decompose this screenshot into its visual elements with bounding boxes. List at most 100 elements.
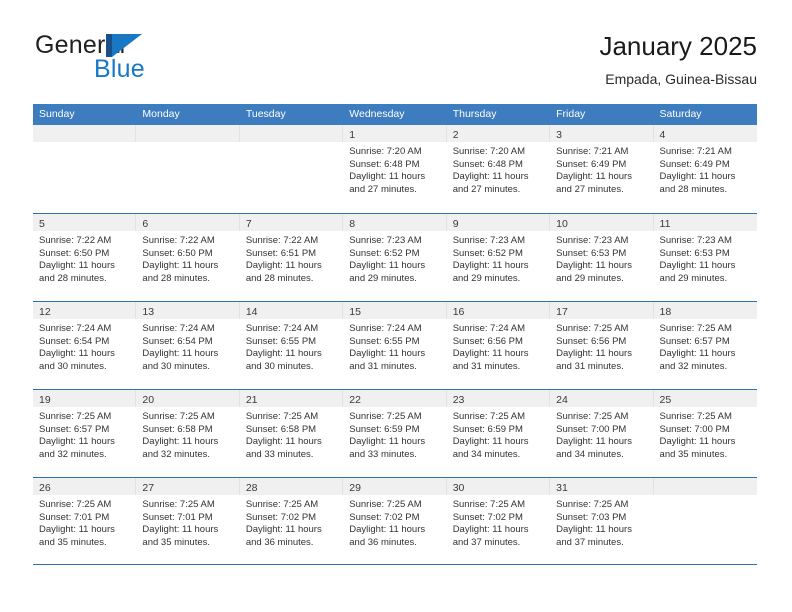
calendar-cell-day-25[interactable]: 25 Sunrise: 7:25 AM Sunset: 7:00 PM Dayligh… (653, 390, 757, 477)
day-number: 17 (556, 306, 568, 318)
calendar-cell-day-21[interactable]: 21 Sunrise: 7:25 AM Sunset: 6:58 PM Dayligh… (239, 390, 344, 477)
day-number-band: 10 (550, 214, 654, 231)
calendar-cell-day-18[interactable]: 18 Sunrise: 7:25 AM Sunset: 6:57 PM Dayligh… (653, 302, 757, 389)
weekday-header-thursday: Thursday (452, 108, 497, 120)
calendar-cell-day-20[interactable]: 20 Sunrise: 7:25 AM Sunset: 6:58 PM Dayligh… (136, 390, 240, 477)
calendar-cell-day-23[interactable]: 23 Sunrise: 7:25 AM Sunset: 6:59 PM Dayligh… (446, 390, 551, 477)
day-detail-line: and 35 minutes. (142, 536, 211, 548)
calendar-cell-day-30[interactable]: 30 Sunrise: 7:25 AM Sunset: 7:02 PM Dayligh… (446, 478, 551, 564)
calendar-cell-day-17[interactable]: 17 Sunrise: 7:25 AM Sunset: 6:56 PM Dayligh… (550, 302, 654, 389)
day-details: Sunrise: 7:24 AM Sunset: 6:54 PM Daylight:… (33, 319, 136, 373)
day-number: 13 (142, 306, 155, 318)
day-number: 10 (556, 218, 568, 230)
day-number: 1 (349, 129, 356, 141)
day-details: Sunrise: 7:25 AM Sunset: 7:01 PM Daylight:… (136, 495, 239, 549)
day-details: Sunrise: 7:20 AM Sunset: 6:48 PM Daylight:… (343, 142, 446, 196)
day-detail-line: Sunrise: 7:24 AM (245, 323, 319, 334)
day-details: Sunrise: 7:25 AM Sunset: 7:00 PM Daylight:… (550, 407, 653, 461)
calendar-cell-day-13[interactable]: 13 Sunrise: 7:24 AM Sunset: 6:54 PM Dayligh… (136, 302, 240, 389)
day-detail-line: Daylight: 11 hours (452, 171, 529, 183)
day-number: 19 (39, 394, 51, 406)
day-detail-line: Daylight: 11 hours (659, 171, 736, 183)
day-detail-line: Daylight: 11 hours (245, 260, 322, 272)
day-number-band: 22 (343, 390, 447, 407)
brand-name-blue: Blue (94, 55, 145, 83)
day-detail-line: Daylight: 11 hours (659, 260, 736, 272)
calendar-cell-day-15[interactable]: 15 Sunrise: 7:24 AM Sunset: 6:55 PM Dayligh… (343, 302, 447, 389)
calendar-cell-day-6[interactable]: 6 Sunrise: 7:22 AM Sunset: 6:50 PM Daylight… (136, 214, 240, 301)
day-number-band (136, 125, 240, 142)
day-details: Sunrise: 7:24 AM Sunset: 6:56 PM Daylight:… (447, 319, 550, 373)
calendar-cell-day-14[interactable]: 14 Sunrise: 7:24 AM Sunset: 6:55 PM Dayligh… (239, 302, 344, 389)
calendar-cell-day-28[interactable]: 28 Sunrise: 7:25 AM Sunset: 7:02 PM Dayligh… (239, 478, 344, 564)
day-details: Sunrise: 7:22 AM Sunset: 6:50 PM Daylight:… (136, 231, 239, 285)
day-number-band: 17 (550, 302, 654, 319)
day-number-band: 3 (550, 125, 654, 142)
day-number-band: 30 (446, 478, 551, 495)
calendar-cell-day-2[interactable]: 2 Sunrise: 7:20 AM Sunset: 6:48 PM Daylight… (446, 125, 551, 213)
day-details: Sunrise: 7:20 AM Sunset: 6:48 PM Daylight:… (447, 142, 550, 196)
day-detail-line: Daylight: 11 hours (349, 171, 426, 183)
calendar-cell-day-19[interactable]: 19 Sunrise: 7:25 AM Sunset: 6:57 PM Dayligh… (33, 390, 137, 477)
day-number-band: 15 (343, 302, 447, 319)
day-number: 18 (659, 306, 672, 318)
calendar-cell-day-24[interactable]: 24 Sunrise: 7:25 AM Sunset: 7:00 PM Dayligh… (550, 390, 654, 477)
day-detail-line: and 36 minutes. (245, 536, 314, 548)
triangle-logo-icon (106, 34, 142, 57)
calendar-cell-day-12[interactable]: 12 Sunrise: 7:24 AM Sunset: 6:54 PM Dayligh… (33, 302, 137, 389)
calendar-cell-day-10[interactable]: 10 Sunrise: 7:23 AM Sunset: 6:53 PM Dayligh… (550, 214, 654, 301)
day-detail-line: Sunrise: 7:22 AM (142, 235, 215, 246)
day-details: Sunrise: 7:25 AM Sunset: 7:02 PM Daylight:… (343, 495, 446, 549)
day-details: Sunrise: 7:25 AM Sunset: 7:03 PM Daylight:… (550, 495, 653, 549)
day-detail-line: Sunset: 6:51 PM (245, 247, 317, 259)
day-detail-line: Daylight: 11 hours (349, 436, 426, 448)
day-detail-line: Sunrise: 7:25 AM (659, 411, 732, 422)
calendar-cell-day-5[interactable]: 5 Sunrise: 7:22 AM Sunset: 6:50 PM Daylight… (33, 214, 137, 301)
day-detail-line: and 32 minutes. (659, 360, 728, 372)
day-detail-line: Daylight: 11 hours (556, 436, 632, 448)
day-detail-line: Daylight: 11 hours (39, 260, 115, 272)
day-number-band: 1 (343, 125, 447, 142)
calendar-cell-day-27[interactable]: 27 Sunrise: 7:25 AM Sunset: 7:01 PM Dayligh… (136, 478, 240, 564)
calendar-cell-day-1[interactable]: 1 Sunrise: 7:20 AM Sunset: 6:48 PM Daylight… (343, 125, 447, 213)
calendar-cell-day-3[interactable]: 3 Sunrise: 7:21 AM Sunset: 6:49 PM Daylight… (550, 125, 654, 213)
day-details: Sunrise: 7:25 AM Sunset: 6:58 PM Daylight:… (136, 407, 239, 461)
calendar-cell-day-9[interactable]: 9 Sunrise: 7:23 AM Sunset: 6:52 PM Daylight… (446, 214, 551, 301)
day-detail-line: Sunrise: 7:24 AM (142, 323, 215, 334)
calendar-cell-day-4[interactable]: 4 Sunrise: 7:21 AM Sunset: 6:49 PM Daylight… (653, 125, 757, 213)
weekday-header-friday: Friday (556, 108, 586, 120)
day-number: 29 (349, 482, 361, 494)
day-detail-line: Sunset: 6:49 PM (556, 158, 627, 170)
day-detail-line: Daylight: 11 hours (142, 436, 219, 448)
day-detail-line: Daylight: 11 hours (142, 260, 219, 272)
day-detail-line: Sunrise: 7:23 AM (659, 235, 732, 246)
calendar-cell-day-11[interactable]: 11 Sunrise: 7:23 AM Sunset: 6:53 PM Dayligh… (653, 214, 757, 301)
calendar-cell-empty (239, 125, 344, 213)
calendar-cell-day-7[interactable]: 7 Sunrise: 7:22 AM Sunset: 6:51 PM Daylight… (239, 214, 344, 301)
calendar-cell-day-26[interactable]: 26 Sunrise: 7:25 AM Sunset: 7:01 PM Dayligh… (33, 478, 137, 564)
day-detail-line: and 34 minutes. (452, 448, 521, 460)
calendar-cell-day-16[interactable]: 16 Sunrise: 7:24 AM Sunset: 6:56 PM Dayligh… (446, 302, 551, 389)
day-number: 31 (556, 482, 568, 494)
day-detail-line: and 28 minutes. (245, 272, 314, 284)
day-detail-line: Sunset: 6:49 PM (659, 158, 730, 170)
day-detail-line: Sunset: 6:56 PM (556, 335, 627, 347)
day-detail-line: Daylight: 11 hours (556, 260, 632, 272)
day-details: Sunrise: 7:25 AM Sunset: 7:00 PM Daylight:… (654, 407, 757, 461)
title-block: January 2025 Empada, Guinea-Bissau (599, 30, 757, 89)
calendar-cell-day-29[interactable]: 29 Sunrise: 7:25 AM Sunset: 7:02 PM Dayligh… (343, 478, 447, 564)
calendar-weeks: 1 Sunrise: 7:20 AM Sunset: 6:48 PM Daylight… (33, 125, 757, 565)
day-detail-line: Sunrise: 7:23 AM (452, 235, 526, 246)
day-number-band: 31 (550, 478, 654, 495)
day-detail-line: and 28 minutes. (659, 183, 728, 195)
calendar-cell-day-22[interactable]: 22 Sunrise: 7:25 AM Sunset: 6:59 PM Dayligh… (343, 390, 447, 477)
day-number: 5 (39, 218, 45, 230)
weekday-header-sunday: Sunday (39, 108, 75, 120)
weekday-header-row: Sunday Monday Tuesday Wednesday Thursday Frid… (33, 104, 757, 125)
calendar-cell-empty (136, 125, 240, 213)
calendar-cell-day-31[interactable]: 31 Sunrise: 7:25 AM Sunset: 7:03 PM Dayligh… (550, 478, 654, 564)
brand-logo[interactable]: General Blue (35, 32, 235, 88)
day-detail-line: Daylight: 11 hours (142, 524, 219, 536)
day-detail-line: Sunrise: 7:25 AM (349, 499, 422, 510)
calendar-cell-day-8[interactable]: 8 Sunrise: 7:23 AM Sunset: 6:52 PM Daylight… (343, 214, 447, 301)
